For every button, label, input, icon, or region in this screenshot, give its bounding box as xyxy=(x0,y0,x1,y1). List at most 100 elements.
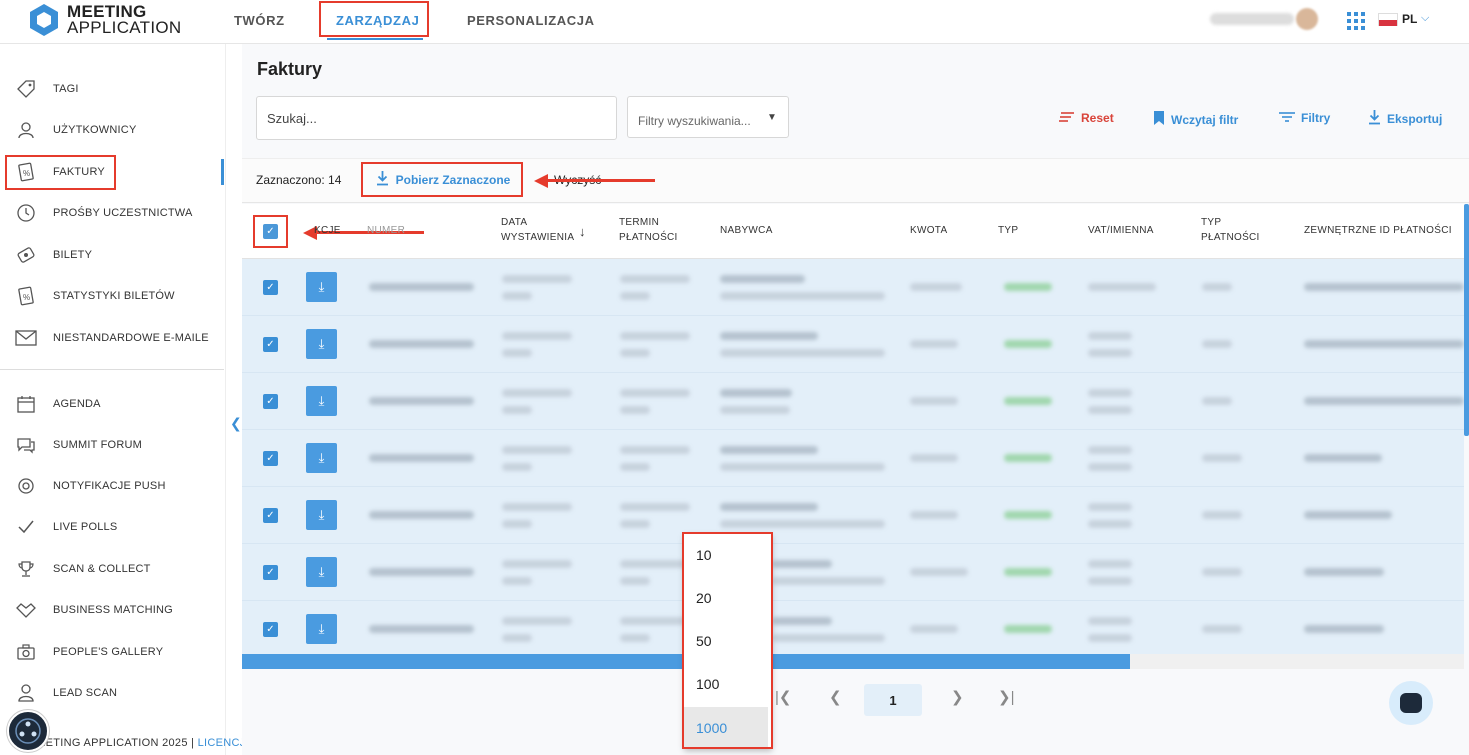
nav-create[interactable]: TWÓRZ xyxy=(234,0,285,40)
first-page-icon[interactable]: |❮ xyxy=(775,688,791,706)
table-row[interactable]: ✓ ⤓ xyxy=(242,316,1464,373)
column-header-amount[interactable]: KWOTA xyxy=(910,223,947,238)
table-row[interactable]: ✓ ⤓ xyxy=(242,487,1464,544)
blurred-cell xyxy=(1004,397,1052,405)
nav-active-indicator xyxy=(327,38,423,40)
current-page[interactable]: 1 xyxy=(864,684,922,716)
reset-button[interactable]: Reset xyxy=(1059,110,1114,126)
load-filter-button[interactable]: Wczytaj filtr xyxy=(1153,110,1238,129)
sidebar-item-tickets[interactable]: BILETY xyxy=(0,240,224,270)
sidebar-item-summit-forum[interactable]: SUMMIT FORUM xyxy=(0,430,224,460)
annotation-arrowhead-download xyxy=(534,174,548,188)
table-row[interactable]: ✓ ⤓ xyxy=(242,601,1464,654)
column-header-number[interactable]: NUMER xyxy=(367,223,405,238)
blurred-cell xyxy=(910,511,958,519)
sidebar-item-live-polls[interactable]: LIVE POLLS xyxy=(0,512,224,542)
poland-flag-icon[interactable] xyxy=(1378,13,1398,26)
annotation-box-page-size xyxy=(682,532,773,749)
column-header-payment-type[interactable]: TYP PŁATNOŚCI xyxy=(1201,215,1260,245)
row-download-button[interactable]: ⤓ xyxy=(306,557,337,587)
sidebar-item-tags[interactable]: TAGI xyxy=(0,74,224,104)
column-header-due[interactable]: TERMIN PŁATNOŚCI xyxy=(619,215,678,245)
download-icon xyxy=(1368,110,1381,128)
blurred-cell xyxy=(720,406,790,414)
blurred-cell xyxy=(1304,397,1464,405)
sidebar-item-scan-collect[interactable]: SCAN & COLLECT xyxy=(0,554,224,584)
column-header-payment-type-line2: PŁATNOŚCI xyxy=(1201,232,1260,243)
blurred-cell xyxy=(1004,283,1052,291)
sidebar-item-label: PROŚBY UCZESTNICTWA xyxy=(53,207,193,219)
blurred-cell xyxy=(720,389,792,397)
horizontal-scrollbar[interactable] xyxy=(242,654,1464,669)
column-header-external-id[interactable]: ZEWNĘTRZNE ID PŁATNOŚCI xyxy=(1304,223,1452,238)
blurred-cell xyxy=(1004,340,1052,348)
row-checkbox[interactable]: ✓ xyxy=(263,451,278,466)
sidebar-item-gallery[interactable]: PEOPLE'S GALLERY xyxy=(0,637,224,667)
prev-page-icon[interactable]: ❮ xyxy=(829,688,842,706)
column-header-vat[interactable]: VAT/IMIENNA xyxy=(1088,223,1154,238)
tag-icon xyxy=(15,78,37,100)
sidebar-item-requests[interactable]: PROŚBY UCZESTNICTWA xyxy=(0,198,224,228)
row-checkbox[interactable]: ✓ xyxy=(263,622,278,637)
row-download-button[interactable]: ⤓ xyxy=(306,386,337,416)
table-row[interactable]: ✓ ⤓ xyxy=(242,259,1464,316)
apps-grid-icon[interactable] xyxy=(1347,12,1365,30)
sort-arrow-down-icon[interactable]: ↓ xyxy=(579,224,586,239)
blurred-cell xyxy=(502,617,572,625)
logo[interactable]: MEETING APPLICATION xyxy=(28,3,181,37)
sidebar-item-business-matching[interactable]: BUSINESS MATCHING xyxy=(0,595,224,625)
chat-icon xyxy=(15,434,37,456)
chatbot-button[interactable] xyxy=(1389,681,1433,725)
push-icon xyxy=(15,475,37,497)
row-download-button[interactable]: ⤓ xyxy=(306,272,337,302)
blurred-cell xyxy=(1088,560,1132,568)
sidebar-item-label: AGENDA xyxy=(53,398,101,410)
next-page-icon[interactable]: ❯ xyxy=(951,688,964,706)
sidebar-item-push[interactable]: NOTYFIKACJE PUSH xyxy=(0,471,224,501)
sidebar-item-lead-scan[interactable]: LEAD SCAN xyxy=(0,678,224,708)
chevron-down-icon[interactable]: ⌵ xyxy=(1421,12,1429,25)
row-download-button[interactable]: ⤓ xyxy=(306,329,337,359)
table-row[interactable]: ✓ ⤓ xyxy=(242,373,1464,430)
search-filters-select[interactable]: Filtry wyszukiwania... ▼ xyxy=(627,96,789,138)
sidebar-item-custom-emails[interactable]: NIESTANDARDOWE E-MAILE xyxy=(0,323,224,353)
table-row[interactable]: ✓ ⤓ xyxy=(242,544,1464,601)
reset-label: Reset xyxy=(1081,111,1114,125)
row-download-button[interactable]: ⤓ xyxy=(306,500,337,530)
search-input[interactable] xyxy=(256,96,617,140)
row-checkbox[interactable]: ✓ xyxy=(263,394,278,409)
nav-personalize[interactable]: PERSONALIZACJA xyxy=(467,0,595,40)
export-button[interactable]: Eksportuj xyxy=(1368,110,1442,128)
vertical-scrollbar[interactable] xyxy=(1464,204,1469,436)
assistant-avatar-icon[interactable] xyxy=(7,710,49,752)
column-header-due-line1: TERMIN xyxy=(619,217,660,228)
sidebar-item-ticket-stats[interactable]: % STATYSTYKI BILETÓW xyxy=(0,281,224,311)
sidebar-item-agenda[interactable]: AGENDA xyxy=(0,389,224,419)
avatar[interactable] xyxy=(1296,8,1318,30)
user-name-blurred[interactable] xyxy=(1210,13,1294,25)
collapse-sidebar-chevron-left-icon[interactable]: ❮ xyxy=(230,415,242,432)
language-selector[interactable]: PL xyxy=(1402,12,1417,26)
row-checkbox[interactable]: ✓ xyxy=(263,337,278,352)
blurred-cell xyxy=(620,617,690,625)
person-icon xyxy=(15,682,37,704)
camera-icon xyxy=(15,641,37,663)
column-header-issue-date[interactable]: DATA WYSTAWIENIA xyxy=(501,215,574,245)
blurred-cell xyxy=(502,577,532,585)
reset-lines-icon xyxy=(1059,110,1075,126)
row-checkbox[interactable]: ✓ xyxy=(263,280,278,295)
blurred-cell xyxy=(369,454,474,462)
blurred-cell xyxy=(910,340,958,348)
row-checkbox[interactable]: ✓ xyxy=(263,565,278,580)
last-page-icon[interactable]: ❯| xyxy=(998,688,1014,706)
column-header-buyer[interactable]: NABYWCA xyxy=(720,223,773,238)
blurred-cell xyxy=(1088,283,1156,291)
row-download-button[interactable]: ⤓ xyxy=(306,443,337,473)
row-checkbox[interactable]: ✓ xyxy=(263,508,278,523)
filters-button[interactable]: Filtry xyxy=(1279,110,1330,126)
column-header-type[interactable]: TYP xyxy=(998,223,1018,238)
blurred-cell xyxy=(620,332,690,340)
table-row[interactable]: ✓ ⤓ xyxy=(242,430,1464,487)
sidebar-item-users[interactable]: UŻYTKOWNICY xyxy=(0,115,224,145)
row-download-button[interactable]: ⤓ xyxy=(306,614,337,644)
